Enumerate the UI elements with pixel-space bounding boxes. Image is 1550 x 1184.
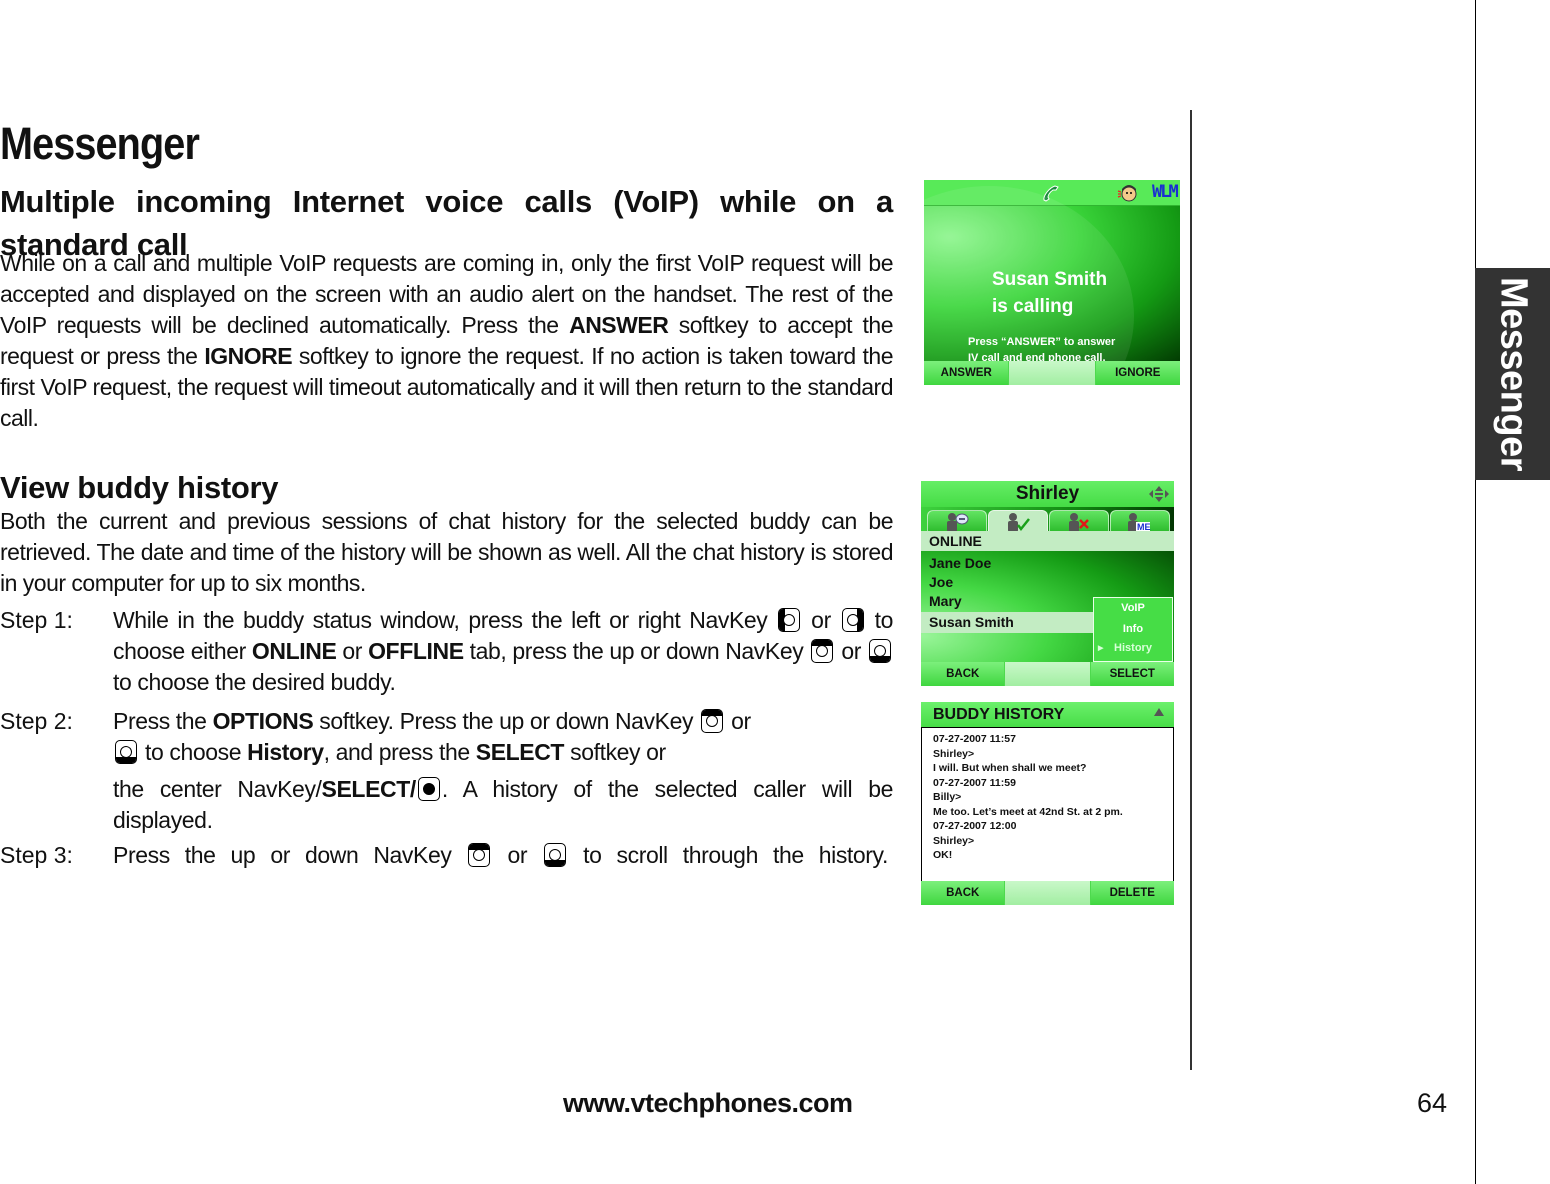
page-edge-line <box>1475 0 1476 1184</box>
me-icon: ME <box>1128 513 1151 532</box>
history-line: 07-27-2007 11:57 <box>933 733 1016 745</box>
face-icon <box>1117 185 1137 202</box>
navkey-up-icon <box>811 639 834 663</box>
back-softkey[interactable]: BACK <box>921 881 1005 905</box>
menu-item-history[interactable]: ▶ History <box>1094 642 1172 654</box>
navkey-left-icon <box>778 608 801 632</box>
tab-offline[interactable] <box>1049 510 1109 532</box>
tab-chat[interactable] <box>927 510 987 532</box>
selection-arrow-icon: ▶ <box>1098 645 1104 652</box>
tab-online[interactable] <box>988 510 1048 532</box>
chat-buddy-icon <box>947 513 969 532</box>
side-tab-label: Messenger <box>1492 276 1534 472</box>
footer-url: www.vtechphones.com <box>563 1088 853 1118</box>
softkey-bar: ANSWER IGNORE <box>924 361 1180 385</box>
options-menu: VoIP Info ▶ History <box>1093 597 1173 662</box>
buddy-list-screen: Shirley ME ONLINE Jane Doe Joe Mary Susa… <box>921 481 1174 686</box>
answer-softkey[interactable]: ANSWER <box>924 361 1009 385</box>
section-side-tab: Messenger <box>1475 268 1550 480</box>
section-heading-history: View buddy history <box>0 470 279 505</box>
navkey-right-icon <box>841 608 864 632</box>
navkey-down-icon <box>544 843 567 867</box>
navkey-down-icon <box>869 639 891 663</box>
step-label: Step 1: <box>0 607 73 633</box>
buddy-screen-title: Shirley <box>921 481 1174 507</box>
step-text: Press the up or down NavKey or to scroll… <box>113 842 888 868</box>
buddy-item[interactable]: Jane Doe <box>929 554 991 573</box>
buddy-tabs: ME <box>921 507 1174 532</box>
buddy-item[interactable]: Joe <box>929 573 953 592</box>
nav-arrows-icon <box>1149 486 1169 502</box>
ignore-softkey[interactable]: IGNORE <box>1095 361 1180 385</box>
menu-item-info[interactable]: Info <box>1094 623 1172 635</box>
buddy-item[interactable]: Mary <box>929 592 962 611</box>
menu-item-voip[interactable]: VoIP <box>1094 602 1172 614</box>
navkey-up-icon <box>701 709 724 733</box>
history-line: Shirley> <box>933 747 975 760</box>
navkey-center-icon <box>417 777 440 801</box>
ignore-keyword: IGNORE <box>204 343 293 369</box>
back-softkey[interactable]: BACK <box>921 662 1005 686</box>
incoming-call-screen: WLM Susan Smith is calling Press “ANSWER”… <box>924 180 1180 385</box>
answer-keyword: ANSWER <box>569 312 669 338</box>
caller-text: Susan Smith is calling <box>992 269 1108 317</box>
history-log: 07-27-2007 11:57 Shirley> I will. But wh… <box>921 727 1174 882</box>
history-line: Shirley> <box>933 834 975 847</box>
history-line: Billy> <box>933 791 962 803</box>
navkey-down-icon <box>115 740 137 764</box>
wlm-icon: WLM <box>1152 182 1179 202</box>
divider-line <box>1190 110 1192 1070</box>
page-number: 64 <box>1417 1088 1448 1118</box>
offline-buddy-icon <box>1069 513 1089 532</box>
section-history-paragraph: Both the current and previous sessions o… <box>0 508 894 596</box>
select-softkey[interactable]: SELECT <box>1090 662 1174 686</box>
page-title: Messenger <box>0 118 200 169</box>
step-text: While in the buddy status window, press … <box>113 607 893 695</box>
tab-me[interactable]: ME <box>1110 510 1170 532</box>
step-label: Step 3: <box>0 842 73 868</box>
navkey-up-icon <box>468 843 491 867</box>
history-line: 07-27-2007 11:59 <box>933 776 1016 789</box>
history-line: 07-27-2007 12:00 <box>933 820 1017 832</box>
history-line: OK! <box>933 849 953 861</box>
delete-softkey[interactable]: DELETE <box>1090 881 1174 905</box>
section-voip-paragraph: While on a call and multiple VoIP reques… <box>0 250 894 431</box>
history-title: BUDDY HISTORY <box>921 702 1174 727</box>
step-text: Press the OPTIONS softkey. Press the up … <box>113 708 893 833</box>
history-line: I will. But when shall we meet? <box>933 762 1087 774</box>
softkey-bar: BACK SELECT <box>921 662 1174 686</box>
online-buddy-icon <box>1008 513 1030 532</box>
scroll-up-icon[interactable] <box>1154 708 1164 716</box>
history-line: Me too. Let’s meet at 42nd St. at 2 pm. <box>933 805 1123 818</box>
buddy-item-selected[interactable]: Susan Smith <box>929 613 1014 632</box>
step-label: Step 2: <box>0 708 73 734</box>
buddy-history-screen: BUDDY HISTORY 07-27-2007 11:57 Shirley> … <box>921 702 1174 905</box>
section-header-online: ONLINE <box>921 531 1174 551</box>
call-body: Susan Smith is calling Press “ANSWER” to … <box>924 186 1180 385</box>
softkey-bar: BACK DELETE <box>921 881 1174 905</box>
